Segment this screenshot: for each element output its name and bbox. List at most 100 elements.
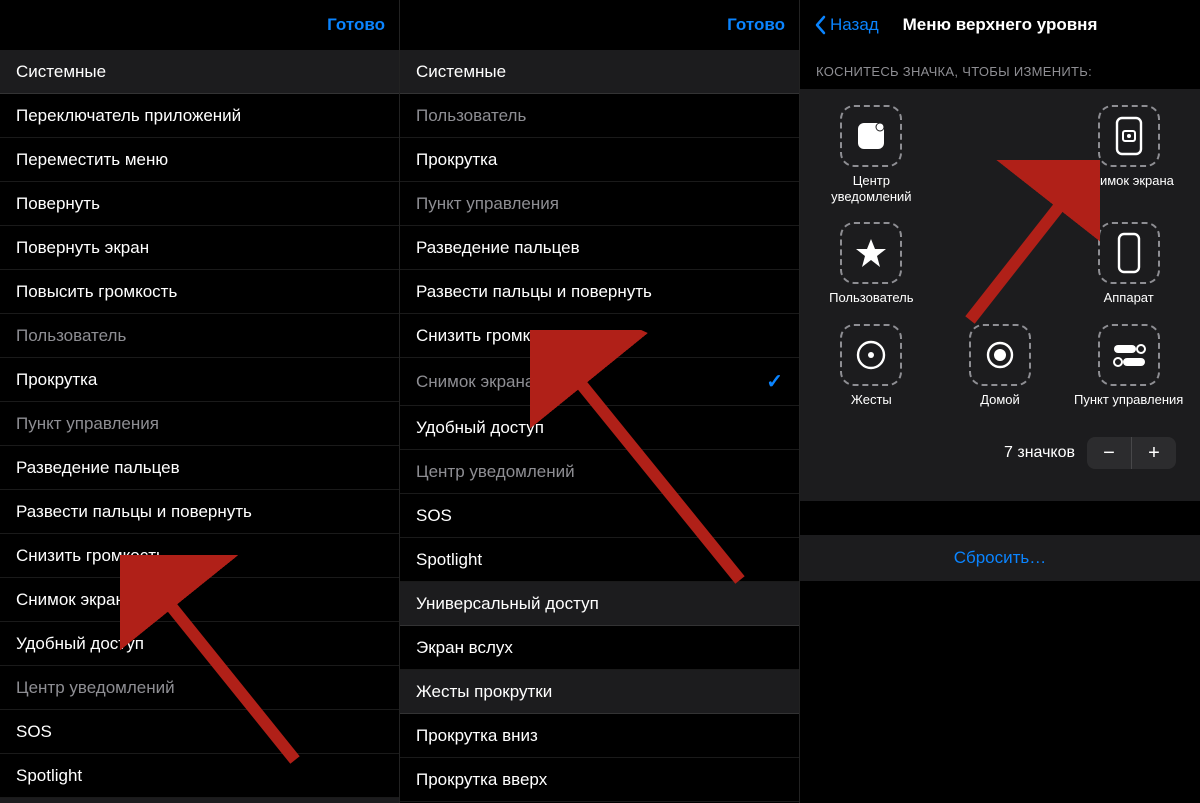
list-item-label: Развести пальцы и повернуть (16, 502, 252, 522)
list-item[interactable]: Разведение пальцев (400, 226, 799, 270)
list-item-label: Снизить громкость (416, 326, 565, 346)
list-item-label: Удобный доступ (416, 418, 544, 438)
list-item-label: Пользователь (16, 326, 126, 346)
list-item-label: Разведение пальцев (16, 458, 180, 478)
list-item[interactable]: Пользователь (400, 94, 799, 138)
list-item[interactable]: Развести пальцы и повернуть (0, 490, 399, 534)
list-item-label: Пункт управления (416, 194, 559, 214)
grid-caption: Коснитесь значка, чтобы изменить: (800, 50, 1200, 89)
chevron-left-icon (814, 15, 826, 35)
done-button[interactable]: Готово (727, 15, 785, 35)
list-item[interactable]: Пункт управления (400, 182, 799, 226)
icon-count-label: 7 значков (1004, 444, 1075, 462)
device-icon (1098, 222, 1160, 284)
list-section-header: Системные (400, 50, 799, 94)
list-item[interactable]: Прокрутка (0, 358, 399, 402)
navbar: Назад Меню верхнего уровня (800, 0, 1200, 50)
list-item[interactable]: Переключатель приложений (0, 94, 399, 138)
settings-list: Системные Переключатель приложений Перемес… (0, 50, 399, 803)
list-item-label: Пользователь (416, 106, 526, 126)
list-item-label: Системные (416, 62, 506, 82)
grid-cell-label: Жесты (851, 392, 892, 408)
list-item[interactable]: Повысить громкость (0, 270, 399, 314)
grid-cell[interactable]: Снимок экрана (1067, 105, 1190, 204)
star-icon (840, 222, 902, 284)
list-item[interactable]: Центр уведомлений (0, 666, 399, 710)
grid-cell[interactable]: Аппарат (1067, 222, 1190, 306)
list-item-label: Прокрутка вниз (416, 726, 538, 746)
list-item-label: Разведение пальцев (416, 238, 580, 258)
list-item-label: Снизить громкость (16, 546, 165, 566)
list-item-label: Переключатель приложений (16, 106, 241, 126)
list-section-header: Жесты прокрутки (400, 670, 799, 714)
panel-1: Готово Системные Переключатель приложений… (0, 0, 400, 803)
list-item-label: Экран вслух (416, 638, 513, 658)
list-item[interactable]: Разведение пальцев (0, 446, 399, 490)
grid-cell[interactable]: Пользователь (810, 222, 933, 306)
list-item-label: Прокрутка вверх (416, 770, 547, 790)
list-item[interactable]: Снизить громкость (400, 314, 799, 358)
panel-2: Готово Системные Пользователь Прокрутка Пун… (400, 0, 800, 803)
list-item[interactable]: Удобный доступ (0, 622, 399, 666)
list-item-label: Пункт управления (16, 414, 159, 434)
list-item[interactable]: Снизить громкость (0, 534, 399, 578)
list-item[interactable]: Прокрутка (400, 138, 799, 182)
list-item[interactable]: Экран вслух (400, 626, 799, 670)
list-item-label: Универсальный доступ (416, 594, 599, 614)
grid-cell-label: Центр уведомлений (816, 173, 926, 204)
list-item[interactable]: Снимок экрана (0, 578, 399, 622)
list-item-label: Снимок экрана (16, 590, 134, 610)
list-item[interactable]: Пользователь (0, 314, 399, 358)
list-item[interactable]: SOS (400, 494, 799, 538)
back-button[interactable]: Назад (814, 15, 879, 35)
list-item-label: Центр уведомлений (16, 678, 175, 698)
stepper-plus[interactable]: + (1132, 437, 1176, 469)
list-item-label: Переместить меню (16, 150, 168, 170)
list-section-header: Системные (0, 50, 399, 94)
list-item[interactable]: Прокрутка вверх (400, 758, 799, 802)
list-item[interactable]: Удобный доступ (400, 406, 799, 450)
list-item-label: Жесты прокрутки (416, 682, 552, 702)
list-item-label: Удобный доступ (16, 634, 144, 654)
list-item-label: Центр уведомлений (416, 462, 575, 482)
list-item-label: Прокрутка (16, 370, 97, 390)
panel-3: Назад Меню верхнего уровня Коснитесь зна… (800, 0, 1200, 803)
list-section-header: Универсальный доступ (400, 582, 799, 626)
list-item[interactable]: Повернуть экран (0, 226, 399, 270)
list-item[interactable]: Центр уведомлений (400, 450, 799, 494)
list-item[interactable]: Пункт управления (0, 402, 399, 446)
grid-cell[interactable]: Домой (939, 324, 1062, 408)
list-item[interactable]: Spotlight (0, 754, 399, 798)
list-item-label: Spotlight (416, 550, 482, 570)
control-center-icon (1098, 324, 1160, 386)
list-item-label: Spotlight (16, 766, 82, 786)
grid-cell-label: Пункт управления (1074, 392, 1183, 408)
stepper-minus[interactable]: − (1087, 437, 1131, 469)
done-button[interactable]: Готово (327, 15, 385, 35)
settings-list: Системные Пользователь Прокрутка Пункт упра… (400, 50, 799, 803)
grid-cell-label: Аппарат (1104, 290, 1154, 306)
reset-button[interactable]: Сбросить… (800, 535, 1200, 581)
list-item-label: Развести пальцы и повернуть (416, 282, 652, 302)
list-item[interactable]: Развести пальцы и повернуть (400, 270, 799, 314)
list-section-header: Универсальный доступ (0, 798, 399, 803)
icon-grid-wrap: Центр уведомлений Снимок экрана Пользовате… (800, 89, 1200, 501)
checkmark-icon: ✓ (766, 369, 783, 394)
back-label: Назад (830, 15, 879, 35)
gestures-icon (840, 324, 902, 386)
list-item-label: Прокрутка (416, 150, 497, 170)
list-item[interactable]: SOS (0, 710, 399, 754)
navbar: Готово (400, 0, 799, 50)
grid-cell-label: Пользователь (829, 290, 913, 306)
list-item-label: Системные (16, 62, 106, 82)
list-item[interactable]: Spotlight (400, 538, 799, 582)
count-stepper: − + (1087, 437, 1176, 469)
list-item[interactable]: Переместить меню (0, 138, 399, 182)
list-item[interactable]: Повернуть (0, 182, 399, 226)
grid-cell[interactable]: Центр уведомлений (810, 105, 933, 204)
list-item[interactable]: Снимок экрана✓ (400, 358, 799, 406)
list-item[interactable]: Прокрутка вниз (400, 714, 799, 758)
grid-cell[interactable]: Пункт управления (1067, 324, 1190, 408)
grid-cell[interactable]: Жесты (810, 324, 933, 408)
list-item-label: Повернуть экран (16, 238, 149, 258)
